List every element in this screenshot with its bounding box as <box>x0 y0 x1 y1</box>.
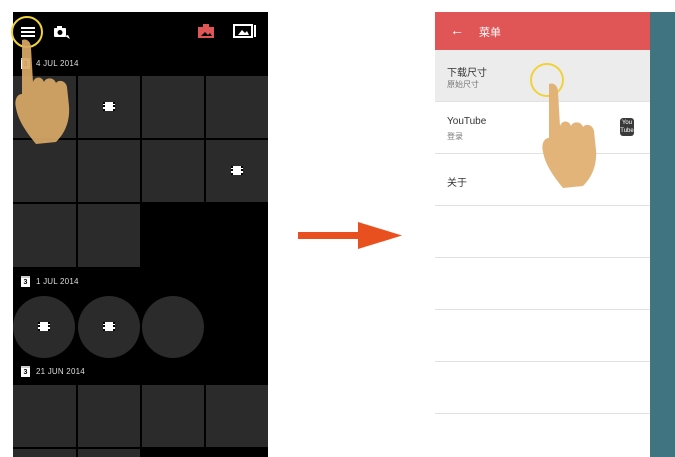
date-header: 3 1 JUL 2014 <box>21 274 79 288</box>
video-thumbnail-circle[interactable] <box>78 296 140 358</box>
picture-frame-icon[interactable] <box>233 24 257 39</box>
photo-tile[interactable] <box>78 140 140 202</box>
menu-item-empty <box>435 258 650 310</box>
photo-tile[interactable] <box>78 449 140 457</box>
menu-item-label: 下载尺寸 <box>447 68 487 79</box>
hand-pointer-icon <box>542 83 597 188</box>
photo-tile[interactable] <box>78 204 140 267</box>
photo-tile[interactable] <box>206 76 268 138</box>
menu-item-empty <box>435 362 650 414</box>
date-label: 1 JUL 2014 <box>36 276 79 286</box>
date-header: 3 21 JUN 2014 <box>21 364 85 378</box>
photo-tile[interactable] <box>142 140 204 202</box>
video-thumbnail-circle[interactable] <box>13 296 75 358</box>
menu-item-sublabel: 登录 <box>447 132 463 141</box>
video-icon <box>231 166 243 175</box>
date-label: 21 JUN 2014 <box>36 366 85 376</box>
photo-tile[interactable] <box>206 385 268 447</box>
back-arrow-icon[interactable]: ← <box>450 22 464 38</box>
photo-tile[interactable] <box>13 204 76 267</box>
photo-thumbnail-circle[interactable] <box>142 296 204 358</box>
calendar-icon: 3 <box>21 365 30 377</box>
photo-tile[interactable] <box>13 449 76 457</box>
menu-item-empty <box>435 310 650 362</box>
video-icon <box>103 102 115 111</box>
photo-tile[interactable] <box>13 140 76 202</box>
album-icon[interactable] <box>197 24 215 39</box>
photo-tile[interactable] <box>78 385 140 447</box>
calendar-icon: 3 <box>21 275 30 287</box>
photo-tile[interactable] <box>13 385 76 447</box>
menu-item-label: 关于 <box>447 178 467 189</box>
menu-title: 菜单 <box>479 27 501 39</box>
menu-item-sublabel: 原始尺寸 <box>447 80 479 89</box>
video-tile[interactable] <box>206 140 268 202</box>
video-icon <box>38 322 50 331</box>
youtube-icon: You Tube <box>620 118 634 136</box>
arrow-right-icon <box>298 222 402 249</box>
menu-header: ← 菜单 <box>435 12 650 50</box>
photo-tile[interactable] <box>142 385 204 447</box>
background-overlay <box>650 12 675 457</box>
hand-pointer-icon <box>15 39 70 145</box>
menu-item-empty <box>435 206 650 258</box>
video-icon <box>103 322 115 331</box>
menu-item-label: YouTube <box>447 116 487 127</box>
photo-tile[interactable] <box>142 76 204 138</box>
